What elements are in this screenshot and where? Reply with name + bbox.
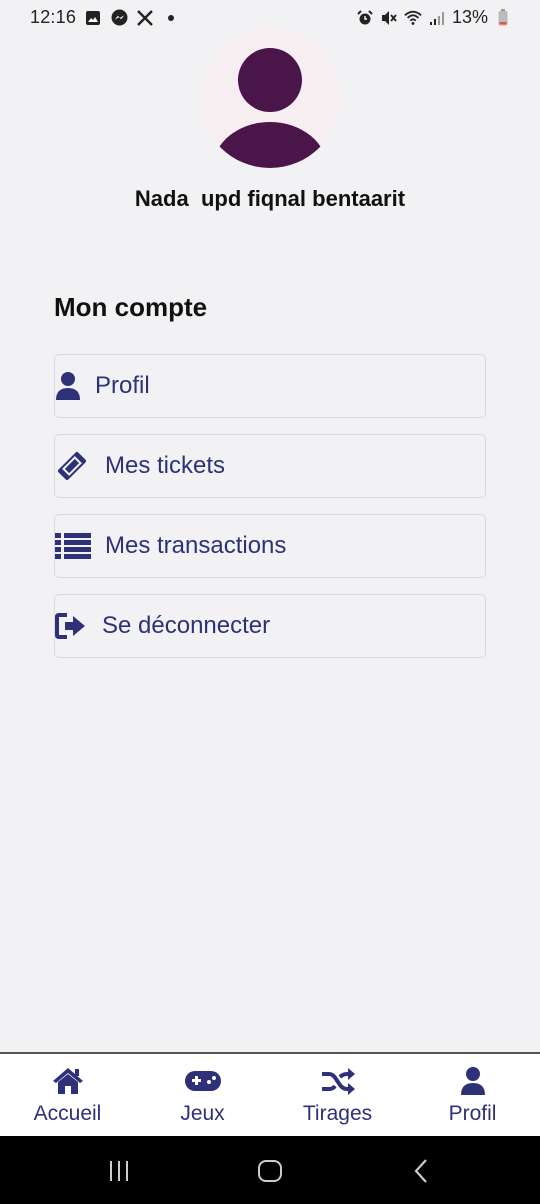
menu-item-mes-transactions[interactable]: Mes transactions — [54, 514, 486, 578]
alarm-icon — [356, 9, 374, 27]
avatar-user-icon — [212, 48, 328, 168]
system-nav-bar — [0, 1136, 540, 1204]
nav-item-jeux[interactable]: Jeux — [135, 1054, 270, 1136]
section-title: Mon compte — [54, 292, 208, 322]
menu-item-mes-tickets[interactable]: Mes tickets — [54, 434, 486, 498]
user-name: Nada upd fiqnal bentaarit — [134, 186, 406, 211]
nav-item-tirages[interactable]: Tirages — [270, 1054, 405, 1136]
nav-item-accueil[interactable]: Accueil — [0, 1054, 135, 1136]
avatar[interactable] — [200, 28, 340, 168]
nav-label: Profil — [448, 1102, 497, 1125]
battery-icon — [494, 9, 512, 27]
dot-icon — [162, 9, 180, 27]
user-icon — [55, 366, 95, 406]
menu-item-label: Se déconnecter — [102, 612, 271, 639]
menu-item-se-deconnecter[interactable]: Se déconnecter — [54, 594, 486, 658]
back-icon[interactable] — [406, 1158, 436, 1184]
shuffle-icon — [320, 1066, 356, 1096]
status-time: 12:16 — [30, 7, 77, 27]
user-icon — [460, 1066, 486, 1096]
nav-item-profil[interactable]: Profil — [405, 1054, 540, 1136]
list-icon — [55, 526, 105, 566]
home-button-icon[interactable] — [255, 1158, 285, 1184]
account-menu: Profil Mes tickets Mes transactions Se d… — [54, 354, 486, 674]
bottom-nav: Accueil Jeux Tirages Profil — [0, 1052, 540, 1136]
gamepad-icon — [184, 1066, 222, 1096]
menu-item-label: Profil — [95, 372, 150, 399]
recent-apps-icon[interactable] — [104, 1158, 134, 1184]
menu-item-label: Mes tickets — [105, 452, 226, 479]
nav-label: Accueil — [33, 1102, 102, 1125]
logout-icon — [55, 606, 102, 646]
signal-icon — [428, 9, 446, 27]
menu-item-profil[interactable]: Profil — [54, 354, 486, 418]
x-icon — [136, 9, 154, 27]
mute-icon — [380, 9, 398, 27]
messenger-icon — [110, 9, 128, 27]
home-icon — [52, 1066, 84, 1096]
nav-label: Jeux — [180, 1102, 225, 1125]
menu-item-label: Mes transactions — [105, 532, 287, 559]
battery-percent: 13% — [451, 7, 488, 27]
gallery-icon — [84, 9, 102, 27]
ticket-icon — [55, 446, 105, 486]
nav-label: Tirages — [302, 1102, 373, 1125]
wifi-icon — [404, 9, 422, 27]
